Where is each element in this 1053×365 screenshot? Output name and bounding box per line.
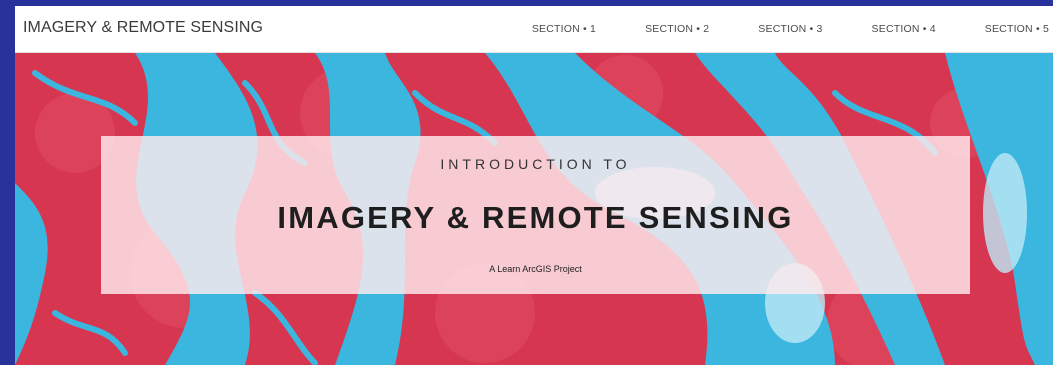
nav-section-1[interactable]: SECTION • 1 [532,23,596,35]
project-subtitle: A Learn ArcGIS Project [489,264,582,274]
nav-section-5[interactable]: SECTION • 5 [985,23,1049,35]
hero-banner: INTRODUCTION TO IMAGERY & REMOTE SENSING… [15,53,1053,365]
nav-section-4[interactable]: SECTION • 4 [872,23,936,35]
top-navigation-bar: IMAGERY & REMOTE SENSING SECTION • 1 SEC… [15,6,1053,53]
site-title[interactable]: IMAGERY & REMOTE SENSING [23,19,263,37]
page-title: IMAGERY & REMOTE SENSING [277,200,794,235]
nav-section-3[interactable]: SECTION • 3 [758,23,822,35]
title-panel: INTRODUCTION TO IMAGERY & REMOTE SENSING… [101,136,970,294]
story-map-frame: IMAGERY & REMOTE SENSING SECTION • 1 SEC… [15,6,1053,365]
nav-section-2[interactable]: SECTION • 2 [645,23,709,35]
intro-label: INTRODUCTION TO [440,156,631,172]
section-nav: SECTION • 1 SECTION • 2 SECTION • 3 SECT… [483,6,1053,52]
